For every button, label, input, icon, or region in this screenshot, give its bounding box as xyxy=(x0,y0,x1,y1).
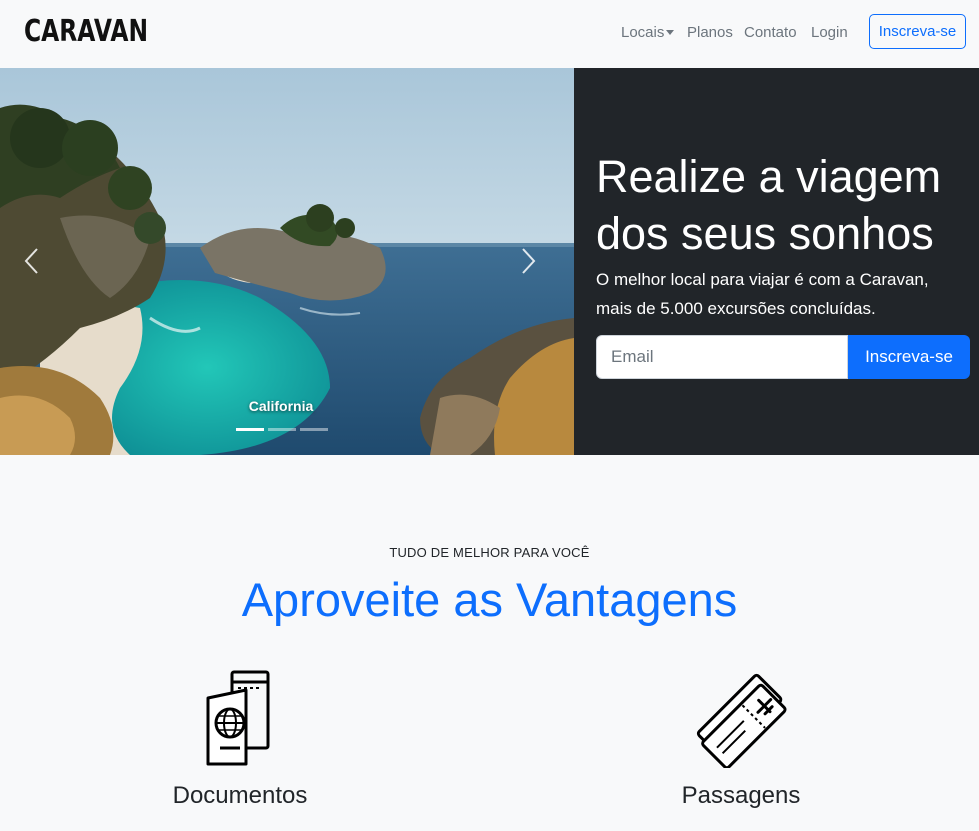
nav-item-contato[interactable]: Contato xyxy=(744,24,797,41)
carousel-image xyxy=(0,68,574,455)
caret-down-icon xyxy=(666,29,675,35)
feature-passagens: Passagens xyxy=(591,668,891,810)
feature-documentos: Documentos xyxy=(90,668,390,810)
carousel-indicators xyxy=(236,428,328,431)
feature-title: Documentos xyxy=(172,782,308,809)
carousel-prev-icon[interactable] xyxy=(22,246,42,276)
nav-item-login[interactable]: Login xyxy=(811,24,848,41)
section-title: Aproveite as Vantagens xyxy=(241,573,738,626)
carousel-caption: California xyxy=(248,398,314,414)
hero-title: Realize a viagem dos seus sonhos xyxy=(596,151,942,259)
carousel: California xyxy=(0,68,574,455)
hero-section: California Realize a viagem dos seus son… xyxy=(0,68,979,455)
brand-logo[interactable]: CARAVAN xyxy=(24,14,148,49)
email-input[interactable] xyxy=(596,335,848,379)
carousel-indicator-1[interactable] xyxy=(236,428,264,431)
nav-item-planos[interactable]: Planos xyxy=(687,24,733,41)
carousel-indicator-2[interactable] xyxy=(268,428,296,431)
nav-item-label: Locais xyxy=(621,24,665,41)
ticket-icon xyxy=(591,668,891,768)
carousel-indicator-3[interactable] xyxy=(300,428,328,431)
signup-form: Inscreva-se xyxy=(596,335,970,379)
hero-subtitle: O melhor local para viajar é com a Carav… xyxy=(596,270,929,318)
section-eyebrow: TUDO DE MELHOR PARA VOCÊ xyxy=(389,545,590,560)
signup-nav-button[interactable]: Inscreva-se xyxy=(869,14,966,49)
nav-item-locais[interactable]: Locais xyxy=(621,24,675,41)
feature-title: Passagens xyxy=(681,782,801,809)
carousel-next-icon[interactable] xyxy=(518,246,538,276)
hero-panel: Realize a viagem dos seus sonhos O melho… xyxy=(574,68,979,455)
passport-icon xyxy=(90,668,390,768)
navbar: CARAVAN Locais Planos Contato Login Insc… xyxy=(0,0,979,68)
signup-submit-button[interactable]: Inscreva-se xyxy=(848,335,970,379)
